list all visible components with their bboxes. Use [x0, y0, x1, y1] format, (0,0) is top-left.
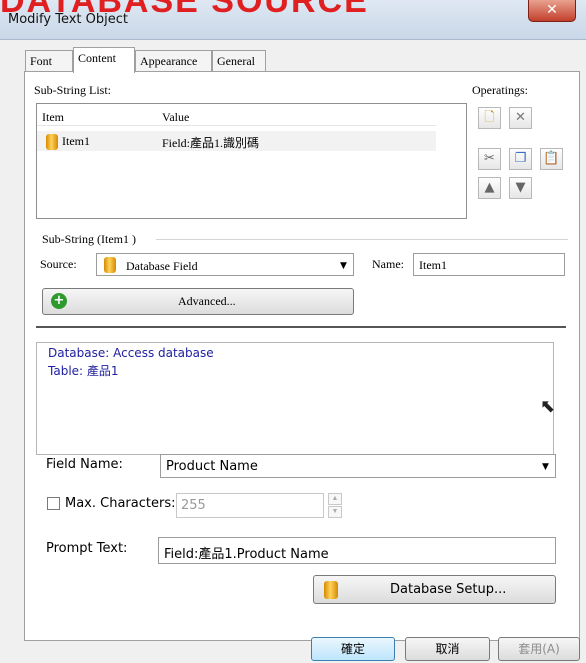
ok-label: 確定	[340, 642, 365, 656]
tab-content[interactable]: Content	[73, 47, 135, 73]
substring-group-label: Sub-String (Item1 )	[40, 232, 138, 247]
name-input-value: Item1	[419, 258, 447, 272]
separator	[36, 326, 566, 328]
prompt-text-label: Prompt Text:	[46, 541, 128, 556]
database-icon	[46, 134, 58, 150]
delete-icon: ✕	[515, 110, 526, 125]
paste-button[interactable]: 📋	[540, 148, 563, 170]
source-label: Source:	[40, 257, 77, 271]
info-database-line: Database: Access database	[48, 346, 214, 360]
list-header	[37, 104, 436, 126]
spin-down-icon: ▼	[331, 507, 339, 515]
move-down-button[interactable]: ▼	[509, 177, 532, 199]
close-button[interactable]: ✕	[528, 0, 576, 22]
new-icon: 🗋	[484, 110, 495, 125]
column-header-item[interactable]: Item	[42, 110, 64, 125]
delete-item-button[interactable]: ✕	[509, 107, 532, 129]
spin-down-button[interactable]: ▼	[328, 506, 342, 518]
group-border	[156, 239, 568, 240]
apply-label: 套用(A)	[518, 642, 560, 656]
plus-icon: +	[51, 293, 67, 309]
spin-up-button[interactable]: ▲	[328, 493, 342, 505]
tab-font-label: Font	[30, 54, 53, 68]
substring-list-label: Sub-String List:	[34, 83, 112, 97]
max-characters-value: 255	[181, 498, 206, 513]
field-chevron-down-icon: ▼	[542, 462, 549, 472]
field-name-value: Product Name	[166, 459, 258, 474]
database-setup-icon	[324, 581, 338, 599]
name-label: Name:	[372, 257, 404, 271]
cut-icon: ✂	[484, 151, 495, 166]
max-characters-checkbox[interactable]	[47, 497, 60, 510]
move-up-icon: ▲	[484, 180, 495, 195]
cut-button[interactable]: ✂	[478, 148, 501, 170]
tab-appearance[interactable]: Appearance	[135, 50, 212, 72]
ok-button[interactable]: 確定	[311, 637, 395, 661]
column-header-value[interactable]: Value	[162, 110, 189, 125]
tab-appearance-label: Appearance	[140, 54, 198, 68]
chevron-down-icon: ▼	[340, 261, 347, 271]
advanced-label: Advanced...	[178, 294, 236, 308]
copy-icon: ❐	[514, 151, 527, 166]
row-value-cell: Field:產品1.識別碼	[162, 136, 260, 150]
close-icon: ✕	[546, 2, 558, 18]
max-characters-label: Max. Characters:	[65, 496, 176, 511]
source-value: Database Field	[126, 259, 198, 273]
spin-up-icon: ▲	[331, 494, 339, 502]
cancel-button[interactable]: 取消	[405, 637, 490, 661]
copy-button[interactable]: ❐	[509, 148, 532, 170]
operatings-label: Operatings:	[472, 83, 528, 97]
move-down-icon: ▼	[515, 180, 526, 195]
tab-general-label: General	[217, 54, 255, 68]
info-table-line: Table: 產品1	[48, 364, 119, 378]
tab-content-label: Content	[78, 51, 116, 65]
tab-font[interactable]: Font	[25, 50, 73, 72]
paste-icon: 📋	[543, 151, 560, 166]
cancel-label: 取消	[435, 642, 460, 656]
row-item-cell: Item1	[62, 134, 90, 148]
database-setup-label: Database Setup...	[390, 582, 507, 597]
new-item-button[interactable]: 🗋	[478, 107, 501, 129]
move-up-button[interactable]: ▲	[478, 177, 501, 199]
window-title: Modify Text Object	[8, 12, 128, 27]
prompt-text-value: Field:產品1.Product Name	[164, 547, 329, 562]
mouse-cursor-icon: ⬉	[540, 396, 556, 417]
apply-button[interactable]: 套用(A)	[498, 637, 580, 661]
field-name-label: Field Name:	[46, 457, 123, 472]
database-field-icon	[104, 257, 116, 273]
tab-general[interactable]: General	[212, 50, 266, 72]
